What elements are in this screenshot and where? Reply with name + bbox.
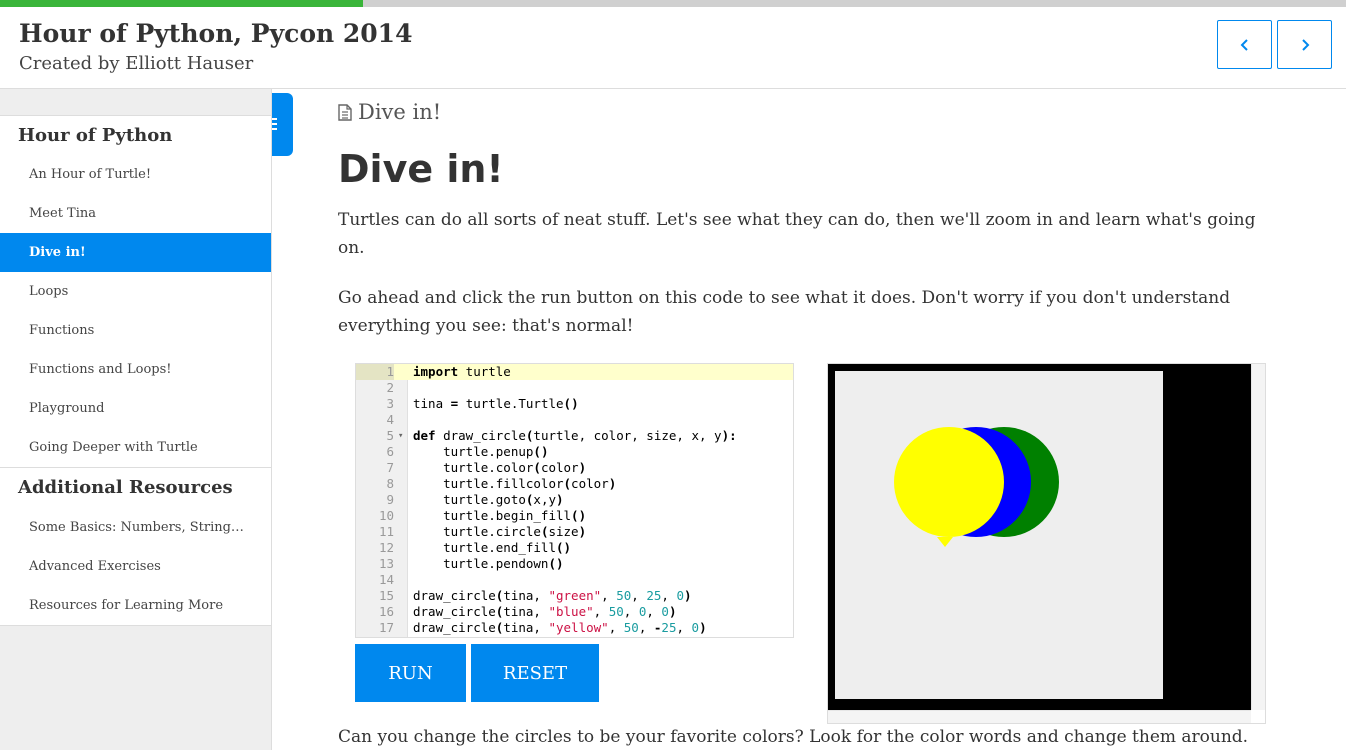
code-text: def draw_circle(turtle, color, size, x, …	[413, 428, 737, 443]
line-number: 9	[386, 492, 394, 507]
code-text: draw_circle(tina, "green", 50, 25, 0)	[413, 588, 692, 603]
code-line[interactable]: 3 tina = turtle.Turtle()	[356, 396, 793, 412]
code-line[interactable]: 12 turtle.end_fill()	[356, 540, 793, 556]
chevron-left-icon	[1240, 38, 1248, 51]
code-line[interactable]: 14	[356, 572, 793, 588]
line-number: 14	[378, 572, 394, 587]
code-text: turtle.fillcolor(color)	[413, 476, 617, 491]
line-number: 4	[386, 412, 394, 427]
turtle-cursor-icon	[936, 537, 953, 547]
next-page-button[interactable]	[1277, 20, 1332, 69]
book-author: Created by Elliott Hauser	[19, 53, 254, 74]
sidebar-item-functions-and-loops[interactable]: Functions and Loops!	[0, 350, 271, 389]
sidebar-top-bar	[0, 89, 271, 116]
code-text: turtle.circle(size)	[413, 524, 587, 539]
line-number: 7	[386, 460, 394, 475]
code-line[interactable]: 2	[356, 380, 793, 396]
turtle-circle	[893, 427, 1004, 537]
fold-marker-icon[interactable]: ▾	[398, 428, 403, 444]
code-line[interactable]: 11 turtle.circle(size)	[356, 524, 793, 540]
line-number: 15	[378, 588, 394, 603]
sidebar-toggle-button[interactable]	[272, 93, 293, 156]
line-number: 12	[378, 540, 394, 555]
code-line[interactable]: 17 draw_circle(tina, "yellow", 50, -25, 0…	[356, 620, 793, 636]
line-number: 1	[356, 364, 394, 380]
table-of-contents: Hour of Python An Hour of Turtle! Meet T…	[0, 116, 271, 626]
turtle-canvas	[835, 371, 1163, 699]
code-line[interactable]: 6 turtle.penup()	[356, 444, 793, 460]
code-text: turtle.pendown()	[413, 556, 564, 571]
line-number: 16	[378, 604, 394, 619]
code-text: turtle.penup()	[413, 444, 549, 459]
code-line[interactable]: 8 turtle.fillcolor(color)	[356, 476, 793, 492]
code-text: turtle.goto(x,y)	[413, 492, 564, 507]
code-text: turtle.color(color)	[413, 460, 587, 475]
book-header: Hour of Python, Pycon 2014 Created by El…	[0, 7, 1346, 89]
chevron-right-icon	[1301, 38, 1309, 51]
challenge-paragraph: Can you change the circles to be your fa…	[338, 727, 1249, 747]
line-number: 17	[378, 620, 394, 635]
progress-bar	[0, 0, 1346, 7]
toc-section-hour-of-python: Hour of Python	[18, 125, 173, 146]
sidebar-item-advanced-exercises[interactable]: Advanced Exercises	[0, 547, 271, 586]
intro-paragraph: Turtles can do all sorts of neat stuff. …	[338, 210, 1256, 258]
turtle-canvas-border	[828, 364, 1251, 710]
code-text: import turtle	[413, 364, 511, 379]
line-number: 6	[386, 444, 394, 459]
sidebar-item-meet-tina[interactable]: Meet Tina	[0, 194, 271, 233]
breadcrumb-label: Dive in!	[358, 100, 442, 124]
sidebar-item-functions[interactable]: Functions	[0, 311, 271, 350]
code-line[interactable]: 13 turtle.pendown()	[356, 556, 793, 572]
sidebar-item-some-basics[interactable]: Some Basics: Numbers, Strings, and Other…	[0, 508, 271, 547]
code-line[interactable]: 7 turtle.color(color)	[356, 460, 793, 476]
previous-page-button[interactable]	[1217, 20, 1272, 69]
line-number: 11	[378, 524, 394, 539]
sidebar-item-loops[interactable]: Loops	[0, 272, 271, 311]
reset-button[interactable]: RESET	[471, 644, 599, 702]
book-title: Hour of Python, Pycon 2014	[19, 19, 413, 48]
sidebar-item-dive-in[interactable]: Dive in!	[0, 233, 271, 272]
line-number: 10	[378, 508, 394, 523]
horizontal-scrollbar[interactable]	[828, 710, 1251, 723]
line-number: 13	[378, 556, 394, 571]
sidebar-item-an-hour-of-turtle[interactable]: An Hour of Turtle!	[0, 155, 271, 194]
breadcrumb: Dive in!	[338, 100, 441, 124]
line-number: 8	[386, 476, 394, 491]
instruction-paragraph: Go ahead and click the run button on thi…	[338, 288, 1231, 336]
code-text: turtle.end_fill()	[413, 540, 572, 555]
code-line[interactable]: 5 ▾ def draw_circle(turtle, color, size, x…	[356, 428, 793, 444]
progress-fill	[0, 0, 364, 7]
sidebar-divider	[0, 625, 271, 626]
line-number: 2	[386, 380, 394, 395]
code-text: turtle.begin_fill()	[413, 508, 587, 523]
toc-section-additional-resources: Additional Resources	[0, 467, 271, 508]
code-text: draw_circle(tina, "yellow", 50, -25, 0)	[413, 620, 707, 635]
code-editor[interactable]: 1 import turtle 2 3 tina = turtle.Turtle() 4 5…	[355, 363, 794, 638]
sidebar: Hour of Python An Hour of Turtle! Meet T…	[0, 89, 272, 750]
code-text: draw_circle(tina, "blue", 50, 0, 0)	[413, 604, 677, 619]
menu-icon	[272, 118, 277, 130]
page-title: Dive in!	[338, 147, 504, 191]
sidebar-item-resources[interactable]: Resources for Learning More	[0, 586, 271, 625]
sidebar-item-playground[interactable]: Playground	[0, 389, 271, 428]
line-number: 5	[386, 428, 394, 443]
code-line[interactable]: 16 draw_circle(tina, "blue", 50, 0, 0)	[356, 604, 793, 620]
document-icon	[338, 103, 352, 121]
sidebar-item-going-deeper[interactable]: Going Deeper with Turtle	[0, 428, 271, 467]
vertical-scrollbar[interactable]	[1251, 364, 1265, 710]
code-line[interactable]: 9 turtle.goto(x,y)	[356, 492, 793, 508]
code-line[interactable]: 1 import turtle	[356, 364, 793, 380]
code-line[interactable]: 10 turtle.begin_fill()	[356, 508, 793, 524]
code-text: tina = turtle.Turtle()	[413, 396, 579, 411]
run-button[interactable]: RUN	[355, 644, 466, 702]
line-number: 3	[386, 396, 394, 411]
code-line[interactable]: 15 draw_circle(tina, "green", 50, 25, 0)	[356, 588, 793, 604]
code-line[interactable]: 4	[356, 412, 793, 428]
turtle-output-panel	[827, 363, 1266, 724]
